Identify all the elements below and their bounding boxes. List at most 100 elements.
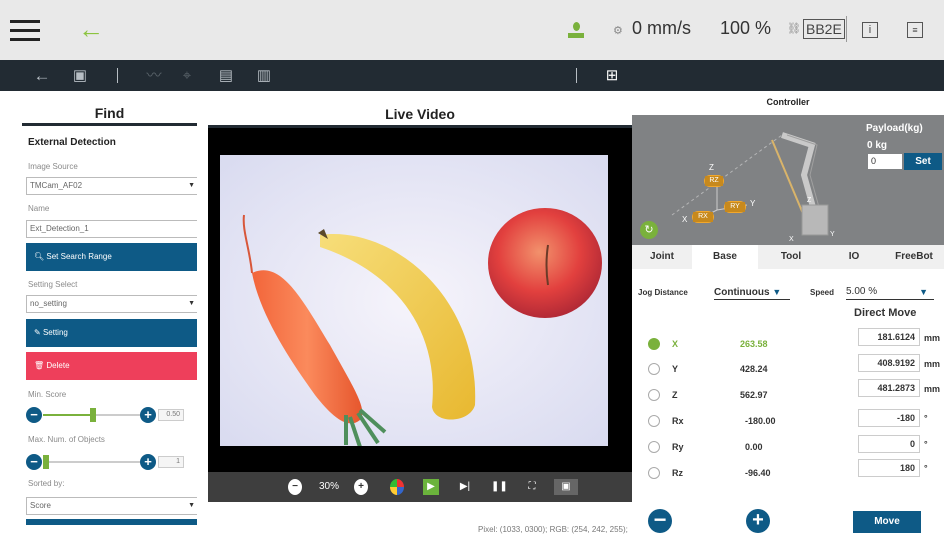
- grid-icon[interactable]: ⊞: [602, 60, 622, 91]
- axis-label-tool-z: Z: [807, 197, 812, 204]
- rz-jog-button[interactable]: RZ: [704, 175, 724, 187]
- payload-input[interactable]: 0: [868, 154, 902, 169]
- minus-icon[interactable]: −: [26, 407, 42, 423]
- set-search-range-button[interactable]: 🔍︎ Set Search Range: [26, 243, 197, 271]
- zoom-in-icon[interactable]: +: [354, 479, 368, 495]
- divider: [576, 68, 577, 83]
- hamburger-menu-icon[interactable]: [10, 20, 40, 42]
- robot-3d-view[interactable]: Z RZ X RX RY Y Z Y X ↻ Payload(kg) 0 kg …: [632, 115, 944, 247]
- tab-freebot[interactable]: FreeBot: [884, 245, 944, 269]
- find-panel: Find External Detection Image Source TMC…: [22, 100, 197, 525]
- chevron-down-icon: ▼: [188, 300, 195, 307]
- target-input-x[interactable]: 181.6124: [858, 328, 920, 346]
- save-icon[interactable]: ▣: [70, 60, 90, 91]
- user-icon[interactable]: [566, 20, 586, 40]
- jog-mode-tabs: Joint Base Tool IO FreeBot: [632, 245, 944, 269]
- ry-jog-button[interactable]: RY: [724, 201, 746, 213]
- slider-thumb[interactable]: [90, 408, 96, 422]
- setting-select[interactable]: no_setting ▼: [26, 295, 197, 313]
- max-objects-slider[interactable]: − + 1: [26, 454, 197, 470]
- video-viewport[interactable]: [208, 128, 632, 472]
- axis-label-tool-y: Y: [830, 231, 835, 238]
- fit-screen-icon[interactable]: ⛶: [524, 479, 540, 495]
- video-controls: − 30% + ▶ ▶| ❚❚ ⛶ ▣: [208, 472, 632, 502]
- name-value: Ext_Detection_1: [30, 224, 89, 233]
- zoom-out-icon[interactable]: −: [288, 479, 302, 495]
- target-input-ry[interactable]: 0: [858, 435, 920, 453]
- radio-x[interactable]: [648, 338, 660, 350]
- unit-rx: °: [924, 413, 928, 423]
- live-video-title: Live Video: [208, 100, 632, 128]
- info-icon[interactable]: i: [862, 22, 878, 38]
- fruit-image: [220, 155, 608, 446]
- setting-select-value: no_setting: [30, 299, 67, 308]
- delete-button[interactable]: 🗑︎ Delete: [26, 352, 197, 380]
- freedrive-icon[interactable]: ↻: [640, 221, 658, 239]
- radio-y[interactable]: [648, 363, 660, 375]
- plus-icon[interactable]: +: [140, 407, 156, 423]
- sorted-by-select[interactable]: Score ▼: [26, 497, 197, 515]
- tab-tool[interactable]: Tool: [758, 245, 824, 269]
- radio-z[interactable]: [648, 389, 660, 401]
- rz-label: RZ: [705, 176, 723, 186]
- axis-name-y: Y: [672, 364, 679, 374]
- top-status-bar: ← ⚙ 0 mm/s 100 % ⛓ BB2E i ≡: [0, 0, 944, 60]
- min-score-value[interactable]: 0.50: [158, 409, 184, 421]
- trash-icon: 🗑︎: [34, 361, 45, 370]
- chevron-down-icon: ▼: [188, 182, 195, 189]
- tab-io[interactable]: IO: [824, 245, 884, 269]
- target-icon[interactable]: ⌖: [177, 60, 197, 91]
- back-arrow-icon[interactable]: ←: [78, 16, 104, 42]
- target-input-rx[interactable]: -180: [858, 409, 920, 427]
- back-icon[interactable]: ←: [30, 60, 54, 91]
- payload-label: Payload(kg): [866, 123, 923, 134]
- delete-button-label: Delete: [46, 361, 70, 370]
- target-input-z[interactable]: 481.2873: [858, 379, 920, 397]
- payload-set-button[interactable]: Set: [904, 153, 942, 170]
- snapshot-icon[interactable]: ▣: [554, 479, 578, 495]
- min-score-slider[interactable]: − + 0.50: [26, 407, 197, 423]
- project-badge[interactable]: BB2E: [803, 19, 845, 39]
- max-objects-value[interactable]: 1: [158, 456, 184, 468]
- color-icon[interactable]: [390, 479, 404, 495]
- pause-icon[interactable]: ❚❚: [491, 479, 508, 495]
- tab-joint[interactable]: Joint: [632, 245, 692, 269]
- setting-button[interactable]: ✎ Setting: [26, 319, 197, 347]
- radio-ry[interactable]: [648, 441, 660, 453]
- sorted-by-value: Score: [30, 501, 51, 510]
- step-icon[interactable]: ▶|: [457, 479, 473, 495]
- jog-distance-label: Jog Distance: [638, 288, 688, 297]
- radio-rx[interactable]: [648, 415, 660, 427]
- radio-rz[interactable]: [648, 467, 660, 479]
- tab-base[interactable]: Base: [692, 245, 758, 269]
- trend-icon[interactable]: 〰: [143, 60, 165, 91]
- minus-icon[interactable]: −: [26, 454, 42, 470]
- speed-percent: 100 %: [720, 18, 772, 38]
- slider-thumb[interactable]: [43, 455, 49, 469]
- axis-label-tool-x: X: [789, 236, 794, 243]
- chevron-down-icon: ▼: [772, 287, 782, 297]
- log-icon[interactable]: ≡: [907, 22, 923, 38]
- section-title: External Detection: [28, 137, 116, 148]
- axis-row-y: Y 428.24 408.9192 mm: [632, 354, 944, 379]
- play-icon[interactable]: ▶: [423, 479, 439, 495]
- robot-arm-graphic: [671, 132, 829, 236]
- unit-y: mm: [924, 359, 941, 369]
- rx-jog-button[interactable]: RX: [692, 211, 714, 223]
- image-source-select[interactable]: TMCam_AF02 ▼: [26, 177, 197, 195]
- jog-minus-button[interactable]: −: [648, 509, 672, 533]
- speed-select[interactable]: 5.00 % ▼: [846, 284, 934, 300]
- move-button[interactable]: Move: [853, 511, 921, 533]
- camera-image[interactable]: [220, 155, 608, 446]
- camera-icon[interactable]: ▤: [216, 60, 236, 91]
- target-input-y[interactable]: 408.9192: [858, 354, 920, 372]
- name-input[interactable]: Ext_Detection_1: [26, 220, 197, 238]
- target-input-rz[interactable]: 180: [858, 459, 920, 477]
- axis-value-y: 428.24: [740, 364, 768, 374]
- jog-plus-button[interactable]: +: [746, 509, 770, 533]
- camera-settings-icon[interactable]: ▥: [254, 60, 274, 91]
- jog-distance-select[interactable]: Continuous ▼: [714, 284, 790, 300]
- plus-icon[interactable]: +: [140, 454, 156, 470]
- speed-readout: 0 mm/s: [632, 18, 692, 38]
- axis-label-y: Y: [750, 199, 756, 208]
